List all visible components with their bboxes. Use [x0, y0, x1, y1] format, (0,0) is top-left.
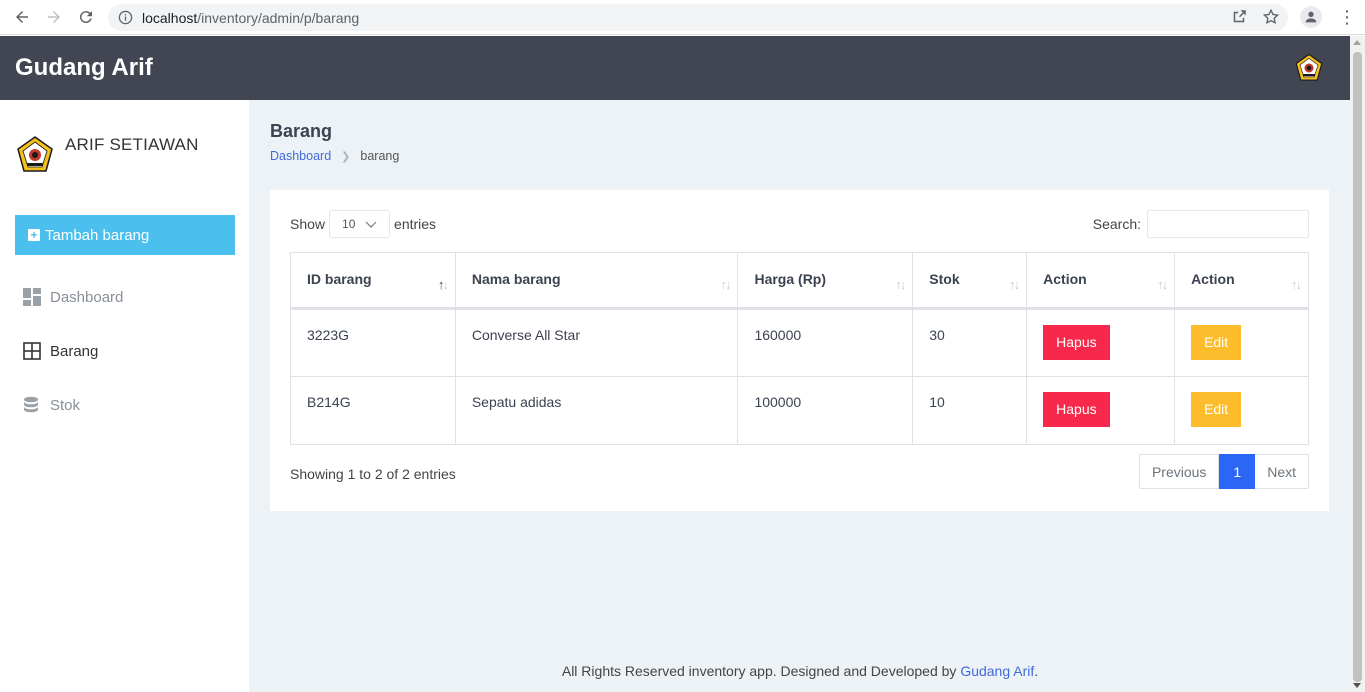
- breadcrumb-separator-icon: ❯: [341, 150, 351, 163]
- profile-avatar-icon[interactable]: [1300, 6, 1322, 28]
- column-header-harga[interactable]: Harga (Rp) ↑↓: [737, 252, 914, 310]
- cell-stok: 10: [912, 376, 1028, 445]
- cell-harga: 100000: [737, 376, 914, 445]
- sort-icon: ↑↓: [1009, 277, 1020, 292]
- column-header-action-edit[interactable]: Action ↑↓: [1174, 252, 1309, 310]
- column-header-nama[interactable]: Nama barang ↑↓: [454, 252, 739, 310]
- share-icon[interactable]: [1230, 8, 1248, 26]
- edit-button[interactable]: Edit: [1191, 325, 1242, 360]
- browser-menu-icon[interactable]: ⋮: [1338, 8, 1356, 28]
- bookmark-star-icon[interactable]: [1262, 8, 1280, 26]
- table-card: Show 10 entries Search: ID barang ↑↓ Nam…: [270, 190, 1329, 511]
- delete-button[interactable]: Hapus: [1043, 325, 1110, 360]
- sidebar: ARIF SETIAWAN + Tambah barang Dashboard …: [0, 100, 250, 692]
- breadcrumb-current: barang: [360, 149, 400, 163]
- entries-label: entries: [394, 216, 437, 232]
- reload-icon[interactable]: [74, 5, 98, 29]
- add-item-label: Tambah barang: [45, 226, 150, 244]
- column-label: ID barang: [307, 271, 372, 287]
- sidebar-item-label: Stok: [50, 396, 81, 414]
- address-bar[interactable]: localhost/inventory/admin/p/barang: [108, 4, 1288, 31]
- delete-button[interactable]: Hapus: [1043, 392, 1110, 427]
- sidebar-item-label: Dashboard: [50, 288, 124, 306]
- user-profile: ARIF SETIAWAN: [15, 135, 199, 175]
- sort-icon: ↑↓: [895, 277, 906, 292]
- column-label: Action: [1043, 271, 1087, 287]
- sidebar-item-label: Barang: [50, 342, 99, 360]
- footer-suffix: .: [1034, 663, 1039, 679]
- search-label: Search:: [1092, 216, 1141, 232]
- browser-toolbar: localhost/inventory/admin/p/barang ⋮: [0, 0, 1365, 35]
- cell-nama: Converse All Star: [454, 308, 739, 377]
- cell-action-delete: Hapus: [1026, 308, 1176, 377]
- sidebar-item-barang[interactable]: Barang: [23, 342, 98, 360]
- column-header-id[interactable]: ID barang ↑↓: [290, 252, 456, 310]
- user-logo-icon: [17, 136, 53, 172]
- scrollbar-thumb[interactable]: [1353, 52, 1362, 682]
- back-arrow-icon[interactable]: [10, 5, 34, 29]
- university-logo-icon[interactable]: [1294, 53, 1324, 83]
- add-item-button[interactable]: + Tambah barang: [15, 215, 235, 255]
- column-header-action-delete[interactable]: Action ↑↓: [1026, 252, 1176, 310]
- next-page-button[interactable]: Next: [1255, 454, 1309, 489]
- info-icon[interactable]: [118, 10, 134, 26]
- sidebar-item-dashboard[interactable]: Dashboard: [23, 288, 123, 306]
- table-row: 3223G Converse All Star 160000 30 Hapus …: [290, 308, 1309, 377]
- table-header-row: ID barang ↑↓ Nama barang ↑↓ Harga (Rp) ↑…: [290, 252, 1309, 310]
- column-label: Stok: [929, 271, 960, 287]
- scroll-down-arrow-icon[interactable]: [1353, 683, 1361, 688]
- database-icon: [23, 396, 41, 414]
- breadcrumb-dashboard-link[interactable]: Dashboard: [270, 149, 331, 163]
- search-input[interactable]: [1147, 210, 1309, 238]
- length-value: 10: [342, 217, 356, 231]
- sort-icon: ↑↓: [1157, 277, 1168, 292]
- page-1-button[interactable]: 1: [1219, 454, 1256, 489]
- cell-action-edit: Edit: [1174, 376, 1309, 445]
- user-name: ARIF SETIAWAN: [65, 135, 199, 154]
- previous-page-button[interactable]: Previous: [1138, 454, 1220, 489]
- length-control: Show 10 entries: [290, 210, 436, 238]
- cell-action-delete: Hapus: [1026, 376, 1176, 445]
- main-content: Barang Dashboard ❯ barang Show 10 entrie…: [250, 100, 1350, 692]
- table-info: Showing 1 to 2 of 2 entries: [290, 466, 456, 482]
- page-title: Barang: [270, 121, 333, 141]
- footer-link[interactable]: Gudang Arif: [960, 663, 1034, 679]
- app-header: Gudang Arif: [0, 36, 1350, 100]
- cell-id: B214G: [290, 376, 456, 445]
- sort-icon: ↑↓: [1291, 277, 1302, 292]
- sort-icon: ↑↓: [720, 277, 731, 292]
- breadcrumb: Dashboard ❯ barang: [270, 149, 399, 163]
- footer: All Rights Reserved inventory app. Desig…: [250, 663, 1350, 679]
- sort-ascending-icon: ↑↓: [437, 277, 449, 292]
- entries-length-select[interactable]: 10: [329, 210, 391, 238]
- url-text: localhost/inventory/admin/p/barang: [142, 9, 360, 26]
- plus-square-icon: +: [28, 229, 40, 241]
- show-label: Show: [290, 216, 326, 232]
- cell-harga: 160000: [737, 308, 914, 377]
- page-scrollbar[interactable]: [1350, 36, 1365, 692]
- brand-title[interactable]: Gudang Arif: [15, 54, 153, 82]
- footer-text: All Rights Reserved inventory app. Desig…: [561, 663, 961, 679]
- column-label: Nama barang: [471, 271, 561, 287]
- cell-action-edit: Edit: [1174, 308, 1309, 377]
- chevron-down-icon: [365, 221, 377, 228]
- cell-stok: 30: [912, 308, 1028, 377]
- column-header-stok[interactable]: Stok ↑↓: [912, 252, 1028, 310]
- column-label: Harga (Rp): [754, 271, 827, 287]
- data-table: ID barang ↑↓ Nama barang ↑↓ Harga (Rp) ↑…: [290, 252, 1309, 445]
- sidebar-item-stok[interactable]: Stok: [23, 396, 80, 414]
- cell-nama: Sepatu adidas: [454, 376, 739, 445]
- pagination: Previous 1 Next: [1138, 454, 1309, 489]
- scroll-up-arrow-icon[interactable]: [1353, 40, 1361, 45]
- cell-id: 3223G: [290, 308, 456, 377]
- grid-icon: [23, 342, 41, 360]
- forward-arrow-icon[interactable]: [42, 5, 66, 29]
- edit-button[interactable]: Edit: [1191, 392, 1242, 427]
- table-row: B214G Sepatu adidas 100000 10 Hapus Edit: [290, 376, 1309, 445]
- column-label: Action: [1191, 271, 1235, 287]
- dashboard-icon: [23, 288, 41, 306]
- search-control: Search:: [1093, 210, 1309, 238]
